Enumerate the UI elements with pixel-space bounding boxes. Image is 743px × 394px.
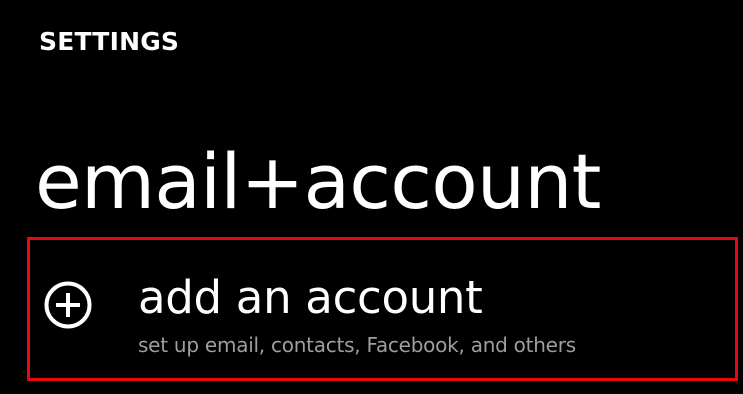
page-title: email+account xyxy=(35,136,601,226)
add-account-title: add an account xyxy=(138,271,483,324)
settings-section-title: SETTINGS xyxy=(39,27,180,56)
plus-circle-icon xyxy=(44,281,92,329)
add-account-button[interactable]: add an account set up email, contacts, F… xyxy=(27,237,738,381)
add-account-subtitle: set up email, contacts, Facebook, and ot… xyxy=(138,333,576,357)
settings-screen: SETTINGS email+account add an account se… xyxy=(0,0,743,394)
